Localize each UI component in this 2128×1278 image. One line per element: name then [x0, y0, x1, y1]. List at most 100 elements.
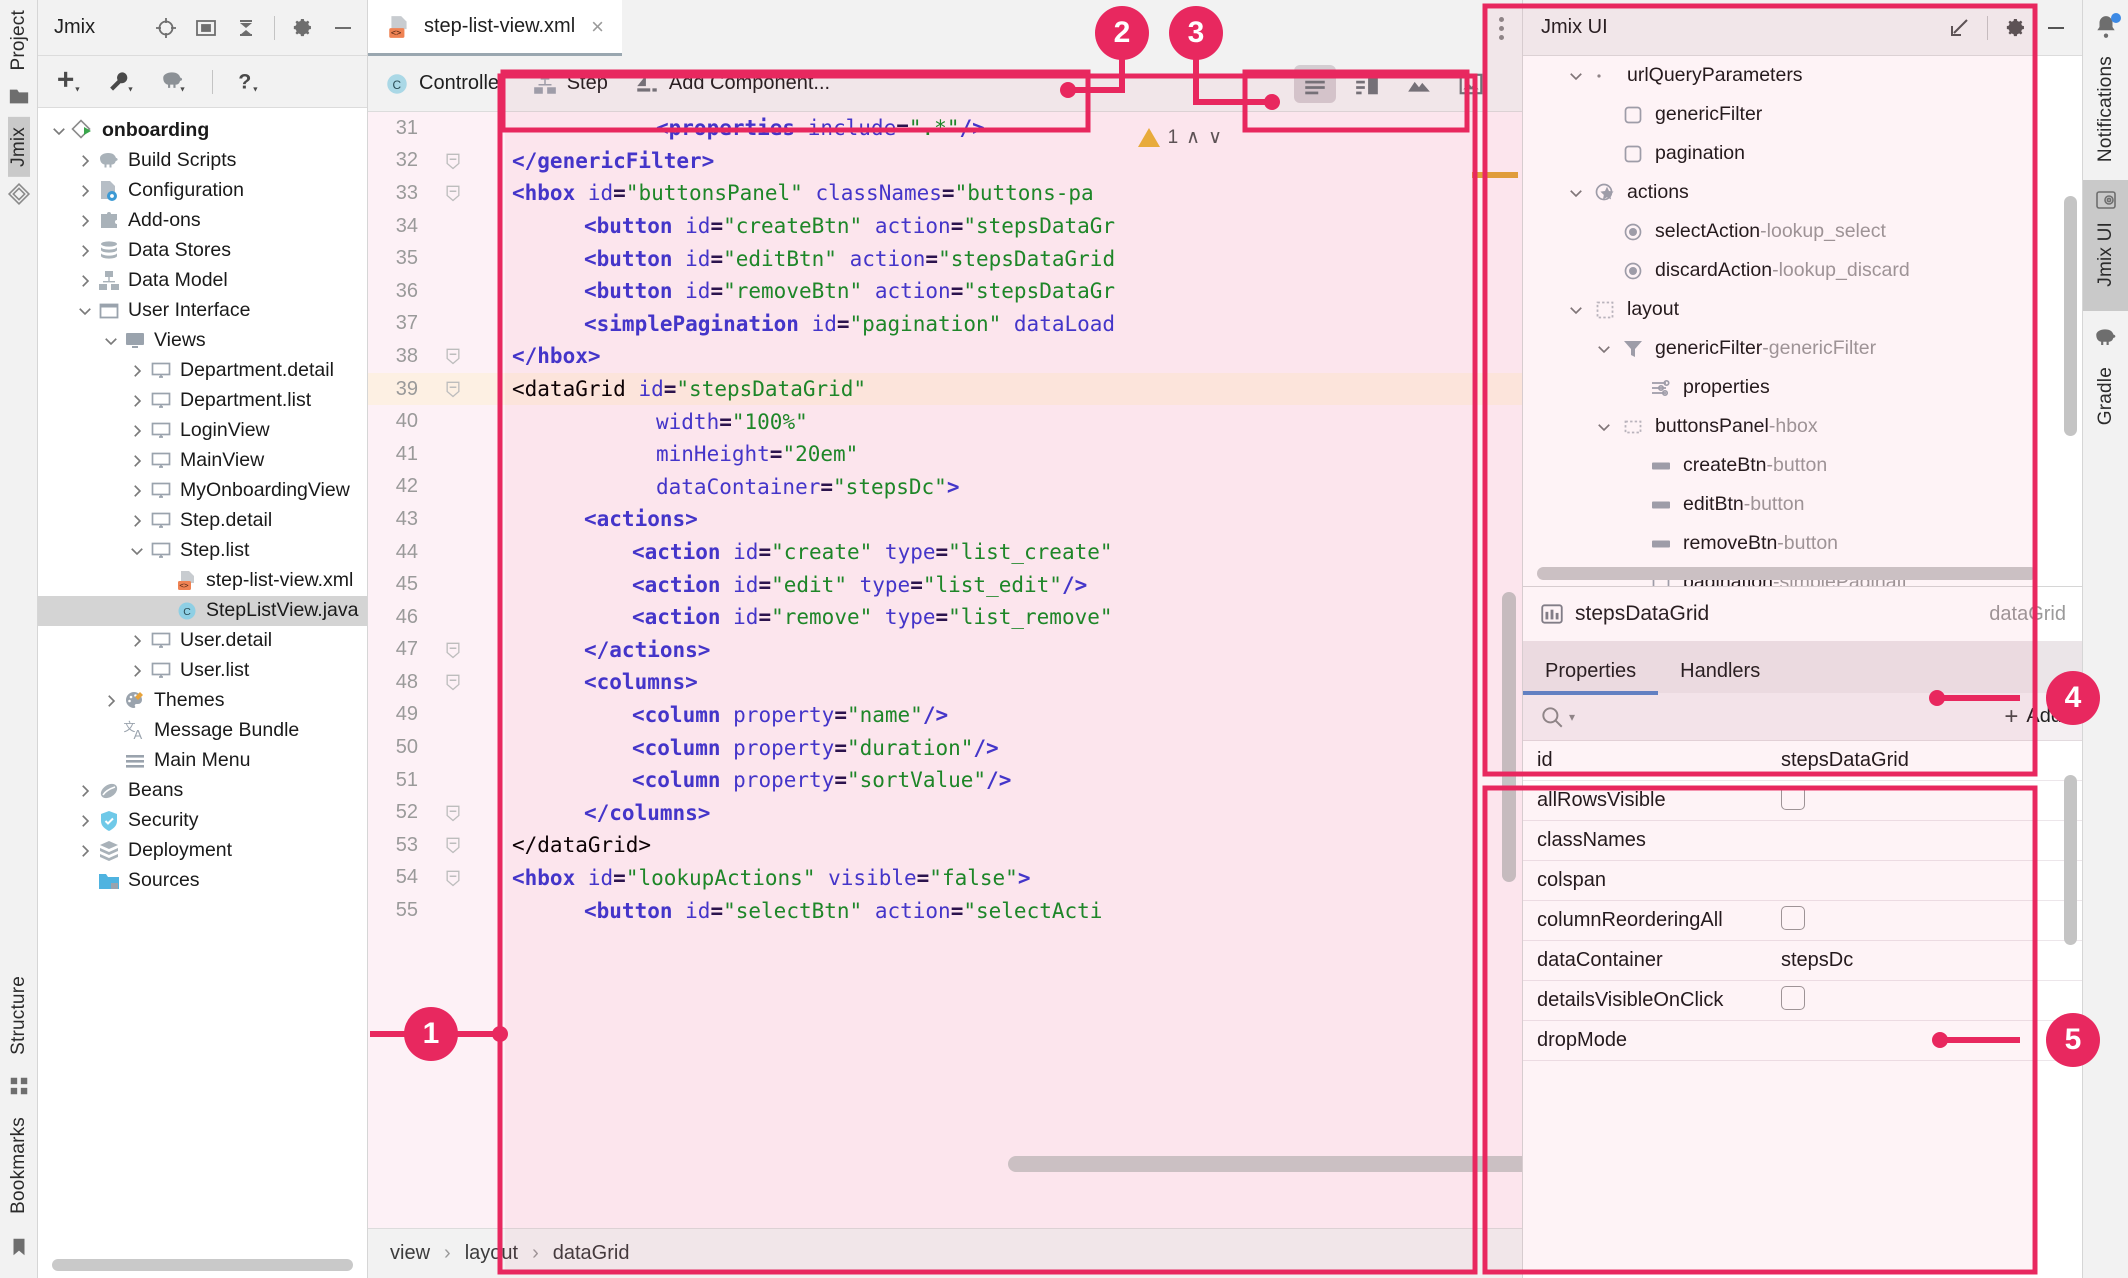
- project-tree-item[interactable]: Step.list: [38, 536, 367, 566]
- breadcrumb-item-datagrid[interactable]: dataGrid: [553, 1242, 630, 1265]
- code-line[interactable]: 32 </genericFilter>: [368, 145, 1522, 178]
- project-tree-item[interactable]: Department.list: [38, 386, 367, 416]
- property-row[interactable]: detailsVisibleOnClick: [1523, 981, 2082, 1021]
- collapse-folder-icon[interactable]: [194, 16, 218, 40]
- ui-tree-item[interactable]: editBtn - button: [1523, 485, 2082, 524]
- property-row[interactable]: allRowsVisible: [1523, 781, 2082, 821]
- code-line[interactable]: 38 </hbox>: [368, 340, 1522, 373]
- ui-tree-item[interactable]: createBtn - button: [1523, 446, 2082, 485]
- rail-tab-jmix-ui[interactable]: Jmix UI: [2083, 180, 2128, 311]
- ui-tree-item[interactable]: properties: [1523, 368, 2082, 407]
- fold-marker-icon[interactable]: [430, 835, 476, 855]
- code-line[interactable]: 43 <actions>: [368, 503, 1522, 536]
- ui-tree-item[interactable]: removeBtn - button: [1523, 524, 2082, 563]
- properties-vertical-scrollbar[interactable]: [2064, 775, 2077, 945]
- code-line[interactable]: 42 dataContainer="stepsDc">: [368, 471, 1522, 504]
- expand-caret-icon[interactable]: [74, 782, 96, 800]
- expand-caret-icon[interactable]: [74, 812, 96, 830]
- expand-caret-icon[interactable]: [74, 182, 96, 200]
- split-view-icon[interactable]: [1346, 65, 1388, 103]
- ui-tree-item[interactable]: actions: [1523, 173, 2082, 212]
- project-tree-item[interactable]: 文 A Message Bundle: [38, 716, 367, 746]
- locate-icon[interactable]: [154, 16, 178, 40]
- project-tree-item[interactable]: <> step-list-view.xml: [38, 566, 367, 596]
- code-line[interactable]: 40 width="100%": [368, 405, 1522, 438]
- code-line[interactable]: 52 </columns>: [368, 796, 1522, 829]
- expand-caret-icon[interactable]: [48, 122, 70, 140]
- project-tree-item[interactable]: Step.detail: [38, 506, 367, 536]
- toolbar-step-button[interactable]: Step: [532, 71, 608, 97]
- property-checkbox[interactable]: [1781, 905, 1805, 930]
- project-tree-item[interactable]: User.detail: [38, 626, 367, 656]
- jump-to-source-icon[interactable]: [1947, 16, 1971, 40]
- search-dropdown-icon[interactable]: ▾: [1569, 710, 1575, 724]
- code-line[interactable]: 34 <button id="createBtn" action="stepsDa…: [368, 210, 1522, 243]
- expand-caret-icon[interactable]: [126, 362, 148, 380]
- code-line[interactable]: 55 <button id="selectBtn" action="selectA…: [368, 894, 1522, 927]
- property-row[interactable]: dataContainer stepsDc: [1523, 941, 2082, 981]
- tab-properties[interactable]: Properties: [1523, 660, 1659, 695]
- code-view-icon[interactable]: [1294, 64, 1336, 103]
- minimize-icon[interactable]: [2044, 16, 2068, 40]
- expand-caret-icon[interactable]: [100, 692, 122, 710]
- code-line[interactable]: 50 <column property="duration"/>: [368, 731, 1522, 764]
- project-tree[interactable]: onboarding Build Scripts Configuration Add-…: [38, 108, 367, 1252]
- code-line[interactable]: 31 <properties include=".*"/>: [368, 112, 1522, 145]
- code-line[interactable]: 37 <simplePagination id="pagination" data…: [368, 308, 1522, 341]
- rail-tab-gradle[interactable]: Gradle: [2095, 357, 2117, 435]
- ui-tree-item[interactable]: genericFilter: [1523, 95, 2082, 134]
- minimize-icon[interactable]: [331, 16, 355, 40]
- tab-handlers[interactable]: Handlers: [1658, 660, 1782, 693]
- toolbar-add-component-button[interactable]: Add Component...: [634, 71, 830, 97]
- property-row[interactable]: colspan: [1523, 861, 2082, 901]
- fold-marker-icon[interactable]: [430, 803, 476, 823]
- ui-tree-item[interactable]: genericFilter - genericFilter: [1523, 329, 2082, 368]
- rail-tab-jmix[interactable]: Jmix: [7, 116, 30, 177]
- fold-marker-icon[interactable]: [430, 868, 476, 888]
- expand-caret-icon[interactable]: [126, 542, 148, 560]
- expand-caret-icon[interactable]: [126, 422, 148, 440]
- project-tree-item[interactable]: MainView: [38, 446, 367, 476]
- property-row[interactable]: id stepsDataGrid: [1523, 741, 2082, 781]
- expand-caret-icon[interactable]: [74, 152, 96, 170]
- next-problem-icon[interactable]: ∨: [1208, 126, 1222, 149]
- editor-file-tab[interactable]: <> step-list-view.xml ×: [368, 0, 622, 56]
- properties-search-input[interactable]: ▾: [1523, 704, 1984, 730]
- project-tree-item[interactable]: Security: [38, 806, 367, 836]
- project-tree-item[interactable]: Data Model: [38, 266, 367, 296]
- property-value[interactable]: stepsDataGrid: [1781, 749, 1909, 771]
- fold-marker-icon[interactable]: [430, 640, 476, 660]
- project-tree-item[interactable]: User.list: [38, 656, 367, 686]
- fold-marker-icon[interactable]: [430, 151, 476, 171]
- collapse-all-icon[interactable]: [234, 16, 258, 40]
- project-tree-item[interactable]: Themes: [38, 686, 367, 716]
- prev-problem-icon[interactable]: ∧: [1186, 126, 1200, 149]
- expand-caret-icon[interactable]: [74, 272, 96, 290]
- project-tree-item[interactable]: User Interface: [38, 296, 367, 326]
- project-tree-item[interactable]: Configuration: [38, 176, 367, 206]
- rail-tab-structure[interactable]: Structure: [8, 966, 30, 1065]
- code-editor[interactable]: 31 <properties include=".*"/> 32 </genericF…: [368, 112, 1522, 1228]
- property-checkbox[interactable]: [1781, 785, 1805, 810]
- expand-caret-icon[interactable]: [100, 332, 122, 350]
- code-line[interactable]: 48 <columns>: [368, 666, 1522, 699]
- project-hscrollbar[interactable]: [52, 1259, 353, 1271]
- code-line[interactable]: 33 <hbox id="buttonsPanel" classNames="bu…: [368, 177, 1522, 210]
- project-tree-item[interactable]: Data Stores: [38, 236, 367, 266]
- expand-caret-icon[interactable]: [74, 212, 96, 230]
- code-line[interactable]: 41 minHeight="20em": [368, 438, 1522, 471]
- gear-icon[interactable]: [291, 16, 315, 40]
- property-row[interactable]: dropMode: [1523, 1021, 2082, 1061]
- editor-vertical-scrollbar[interactable]: [1502, 592, 1516, 882]
- expand-caret-icon[interactable]: [74, 842, 96, 860]
- ui-tree-item[interactable]: selectAction - lookup_select: [1523, 212, 2082, 251]
- jmix-ui-component-tree[interactable]: urlQueryParameters genericFilter paginatio…: [1523, 56, 2082, 586]
- expand-caret-icon[interactable]: [1561, 67, 1591, 85]
- expand-caret-icon[interactable]: [126, 452, 148, 470]
- code-line[interactable]: 35 <button id="editBtn" action="stepsData…: [368, 242, 1522, 275]
- wrench-icon[interactable]: [108, 69, 138, 95]
- ui-tree-item[interactable]: urlQueryParameters: [1523, 56, 2082, 95]
- code-line[interactable]: 49 <column property="name"/>: [368, 699, 1522, 732]
- code-line[interactable]: 51 <column property="sortValue"/>: [368, 764, 1522, 797]
- gear-icon[interactable]: [2004, 16, 2028, 40]
